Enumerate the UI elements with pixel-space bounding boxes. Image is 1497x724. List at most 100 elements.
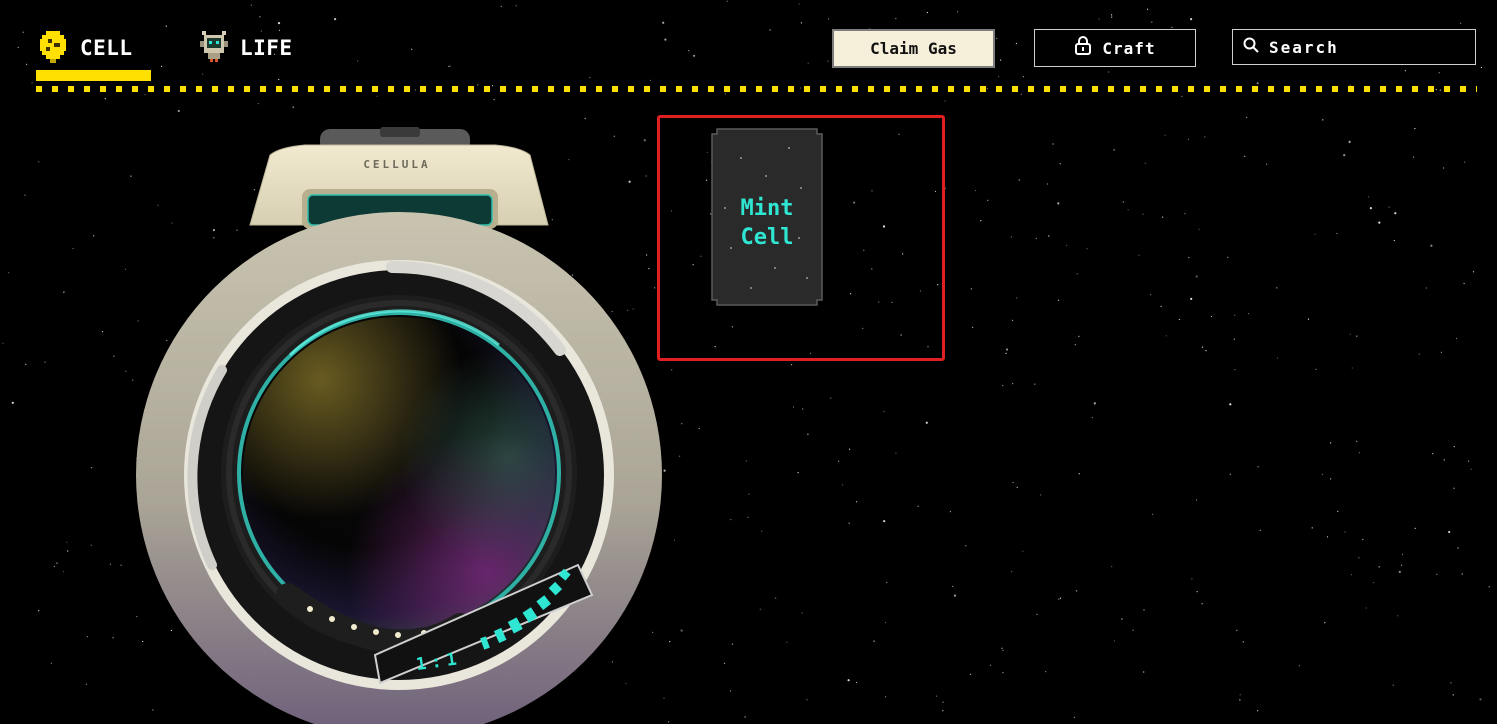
star [1461, 573, 1463, 575]
mint-card-line2: Cell [740, 225, 794, 250]
star [1348, 140, 1351, 143]
star [449, 65, 451, 67]
star [1457, 547, 1459, 549]
star [1201, 346, 1204, 348]
star [1198, 228, 1200, 230]
star [1378, 566, 1380, 568]
star [807, 62, 809, 64]
star [1059, 163, 1061, 165]
star [1204, 136, 1206, 138]
star [744, 716, 746, 718]
star [802, 408, 804, 410]
star [90, 467, 93, 469]
star [996, 37, 998, 40]
star [895, 18, 897, 20]
star [1430, 244, 1433, 247]
star [1257, 466, 1259, 468]
star [2, 342, 4, 344]
star [1398, 570, 1401, 574]
star [895, 452, 897, 454]
star [935, 695, 938, 697]
star [63, 291, 65, 293]
star [1425, 287, 1428, 289]
star [944, 100, 946, 102]
star [1093, 402, 1096, 405]
star [1418, 353, 1420, 355]
star [86, 636, 89, 638]
star [278, 78, 280, 81]
star [1233, 338, 1235, 340]
star [1020, 93, 1022, 95]
star [112, 637, 114, 639]
star [1344, 531, 1346, 533]
star [730, 690, 732, 692]
star [1358, 557, 1360, 559]
star [1378, 221, 1381, 224]
star [1321, 473, 1323, 475]
star [250, 4, 252, 6]
star [31, 82, 33, 84]
star [688, 50, 690, 52]
star [447, 65, 450, 68]
star [1001, 647, 1003, 649]
star [806, 699, 808, 701]
star [980, 220, 982, 222]
star [1002, 671, 1004, 674]
star [662, 21, 665, 24]
star [1276, 357, 1279, 359]
star [101, 331, 104, 333]
star [1365, 607, 1367, 609]
star [759, 608, 761, 610]
star [1036, 613, 1038, 615]
star [1453, 487, 1455, 489]
star [1414, 127, 1416, 130]
star [970, 288, 973, 290]
star [161, 65, 163, 67]
tab-cell[interactable]: CELL [38, 28, 133, 68]
star [1440, 351, 1442, 353]
star [1076, 590, 1078, 592]
claim-gas-button[interactable]: Claim Gas [832, 29, 995, 68]
star [277, 22, 281, 25]
star [1356, 335, 1358, 337]
star [1453, 446, 1455, 448]
star [177, 109, 180, 113]
star [1160, 305, 1162, 307]
mint-cell-card[interactable]: Mint Cell [711, 128, 823, 306]
star [1011, 571, 1013, 573]
tab-life[interactable]: LIFE [200, 28, 293, 68]
star [1205, 350, 1207, 352]
star [1229, 403, 1232, 406]
craft-button[interactable]: Craft [1034, 29, 1196, 67]
star [681, 423, 683, 425]
star [747, 516, 749, 518]
star [493, 99, 495, 101]
star [680, 629, 683, 632]
nav-divider [36, 86, 1477, 92]
star [1372, 581, 1374, 584]
star [827, 60, 829, 62]
star [1472, 271, 1475, 273]
star [649, 79, 652, 81]
star [1127, 209, 1129, 211]
star [1002, 385, 1004, 387]
star [671, 369, 673, 371]
star [1091, 417, 1093, 419]
star [952, 585, 954, 588]
star [1229, 473, 1231, 475]
star [1012, 383, 1014, 385]
search-field[interactable] [1232, 29, 1476, 65]
star [791, 364, 793, 366]
tab-life-label: LIFE [240, 36, 293, 60]
star [24, 194, 26, 196]
star [1022, 550, 1024, 552]
star [953, 594, 957, 597]
star [730, 519, 732, 521]
star [1195, 275, 1198, 278]
claim-gas-label: Claim Gas [870, 39, 957, 58]
star [38, 610, 40, 612]
search-input[interactable] [1269, 37, 1459, 57]
star [1190, 297, 1193, 300]
star [883, 520, 886, 523]
star [1210, 315, 1213, 318]
